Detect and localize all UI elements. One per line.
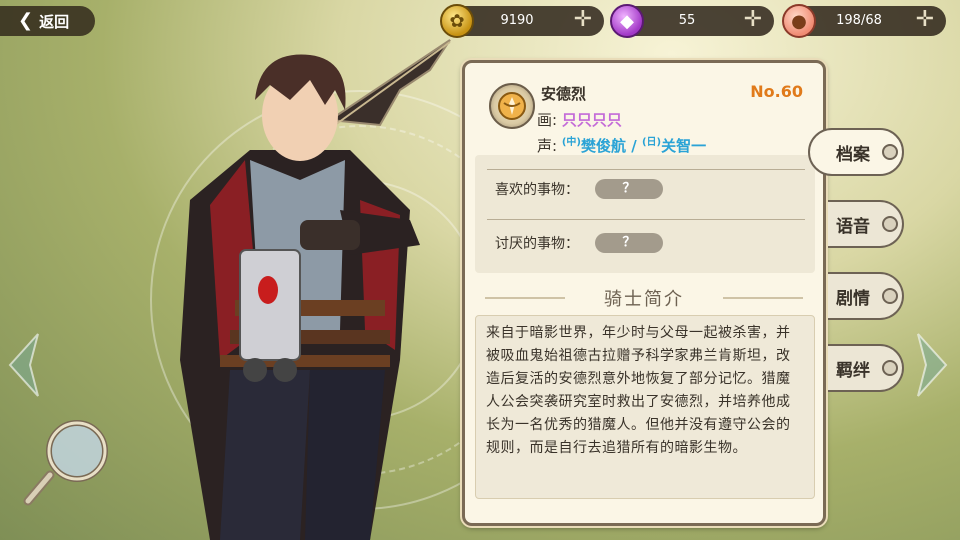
tab-profile-label: 档案 — [836, 144, 870, 165]
gold-value: 9190 — [500, 13, 534, 28]
dislikes-label: 讨厌的事物： — [495, 236, 579, 252]
likes-value: ？ — [595, 179, 663, 199]
artist-credit: 画: 只只只只 — [537, 109, 622, 130]
tab-story[interactable]: 剧情 — [828, 272, 904, 320]
profile-panel: 安德烈 No.60 画: 只只只只 声: (中)樊俊航 / (日)关智一 喜欢的… — [462, 60, 826, 526]
voice-cn-tag: (中) — [561, 137, 581, 148]
divider — [723, 297, 803, 299]
tab-profile[interactable]: 档案 — [808, 128, 904, 176]
emblem-icon — [489, 83, 535, 129]
voice-actor-cn: 樊俊航 — [580, 137, 626, 155]
tab-knob-icon — [882, 144, 898, 160]
gem-value: 55 — [678, 13, 696, 28]
artist-label: 画: — [537, 111, 558, 129]
tab-knob-icon — [882, 360, 898, 376]
tab-bond[interactable]: 羁绊 — [828, 344, 904, 392]
tab-knob-icon — [882, 288, 898, 304]
likes-label: 喜欢的事物： — [495, 182, 579, 198]
back-button[interactable]: ❮ 返回 — [0, 6, 95, 36]
character-portrait — [180, 39, 451, 540]
tab-bond-label: 羁绊 — [836, 360, 870, 381]
gem-icon: ◆ — [610, 4, 644, 38]
peach-icon: ● — [782, 4, 816, 38]
stamina-resource: ● 198/68 ✛ — [782, 4, 946, 38]
magnifier-icon[interactable] — [20, 415, 115, 510]
tab-voice[interactable]: 语音 — [828, 200, 904, 248]
voice-actor-jp: 关智一 — [661, 137, 707, 155]
preferences-box: 喜欢的事物： ？ 讨厌的事物： ？ — [475, 155, 815, 273]
divider — [487, 219, 805, 220]
stamina-value: 198/68 — [836, 13, 882, 28]
gem-resource: ◆ 55 ✛ — [610, 4, 774, 38]
previous-character-arrow-icon[interactable] — [4, 330, 44, 400]
tab-voice-label: 语音 — [836, 216, 870, 237]
character-number: No.60 — [750, 82, 803, 101]
add-stamina-button[interactable]: ✛ — [916, 9, 934, 31]
back-label: 返回 — [39, 12, 70, 31]
add-gold-button[interactable]: ✛ — [574, 9, 592, 31]
artist-name: 只只只只 — [561, 111, 622, 129]
divider — [487, 169, 805, 170]
character-name: 安德烈 — [541, 85, 587, 103]
next-character-arrow-icon[interactable] — [912, 330, 952, 400]
add-gem-button[interactable]: ✛ — [744, 9, 762, 31]
chevron-left-icon: ❮ — [18, 10, 34, 31]
intro-text: 来自于暗影世界，年少时与父母一起被杀害，并被吸血鬼始祖德古拉赠予科学家弗兰肯斯坦… — [475, 315, 815, 499]
tab-story-label: 剧情 — [836, 288, 870, 309]
tab-knob-icon — [882, 216, 898, 232]
dislikes-value: ？ — [595, 233, 663, 253]
voice-jp-tag: (日) — [641, 137, 662, 148]
voice-label: 声: — [537, 137, 558, 155]
voice-separator: / — [626, 137, 642, 155]
voice-credit: 声: (中)樊俊航 / (日)关智一 — [537, 133, 706, 156]
